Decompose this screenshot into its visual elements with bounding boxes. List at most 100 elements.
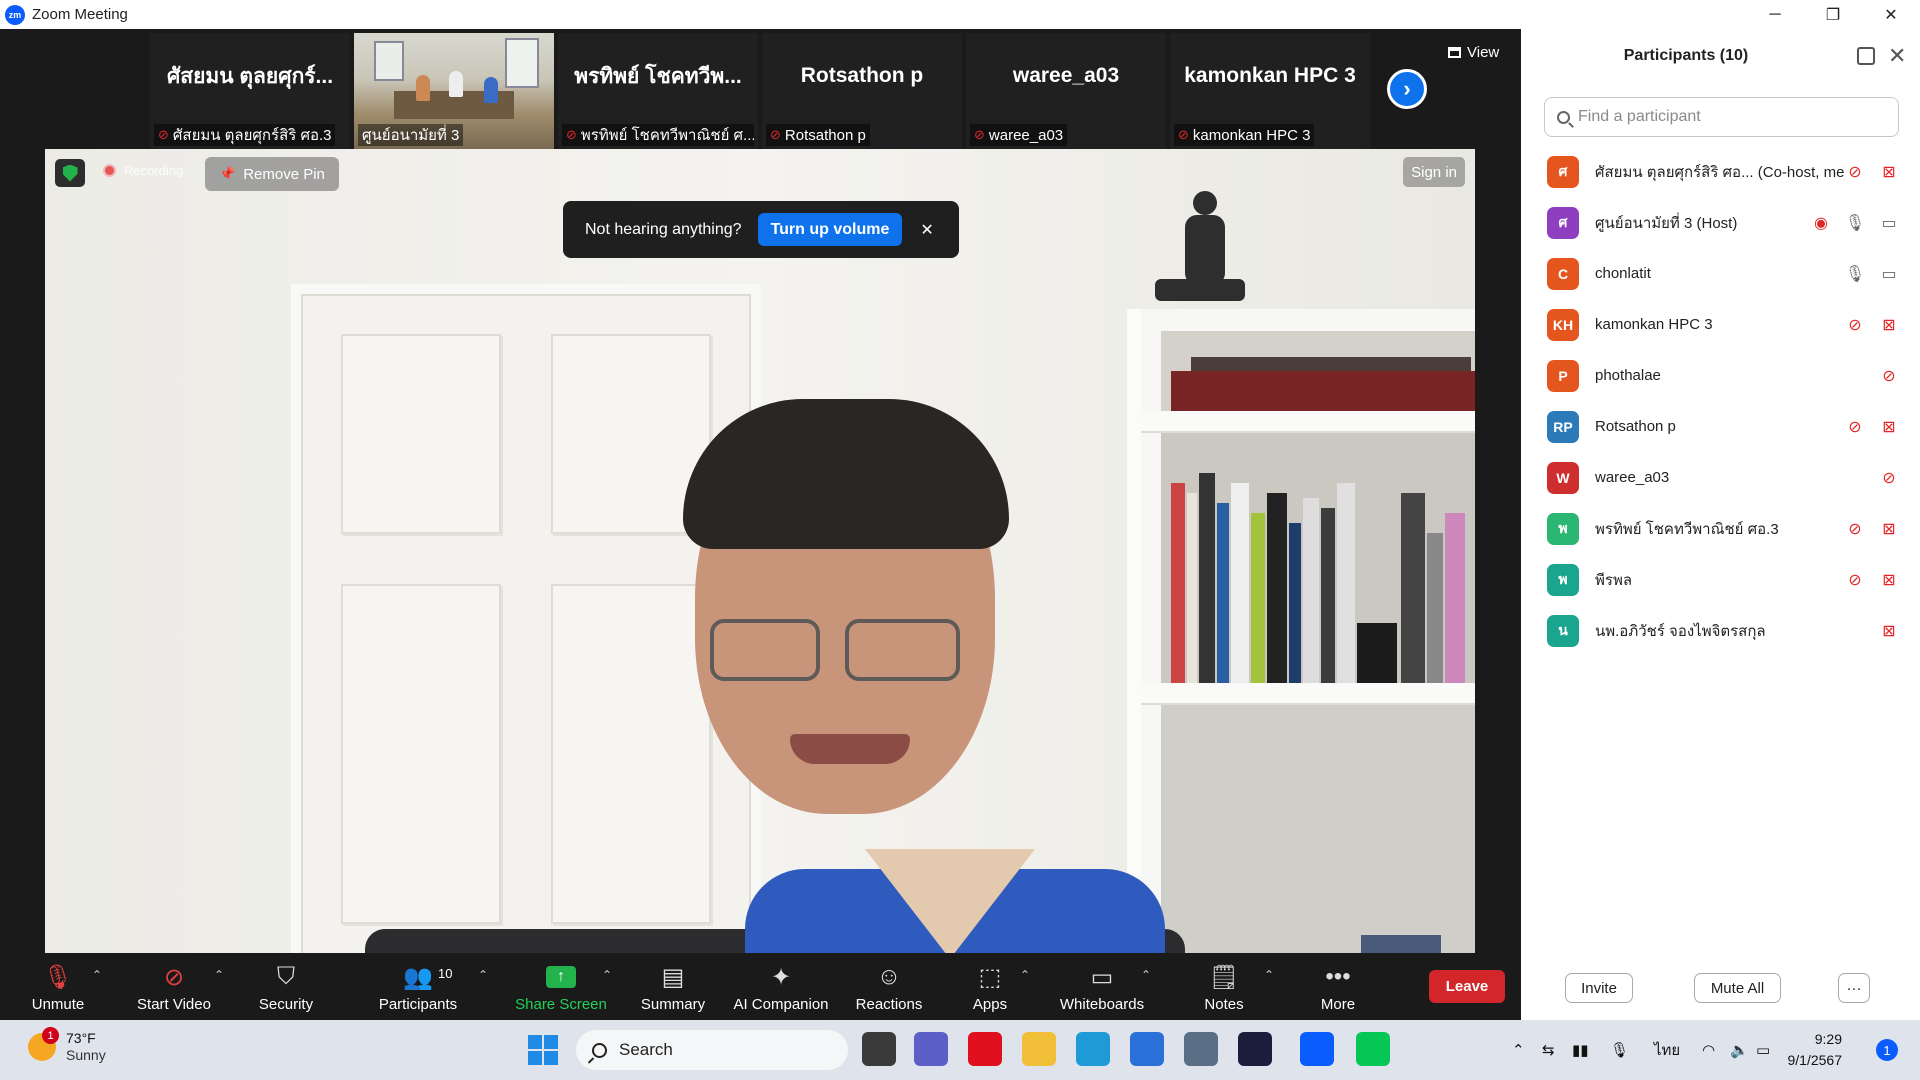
participants-caret[interactable]: ⌃ xyxy=(478,968,488,982)
mic-tray-icon[interactable]: 🎙 xyxy=(1610,1020,1629,1080)
volume-icon[interactable]: 🔈 xyxy=(1730,1020,1749,1080)
participant-row[interactable]: ศ ศูนย์อนามัยที่ 3 (Host) ◉ 🎙 ▭ xyxy=(1521,197,1920,248)
video-options-caret[interactable]: ⌃ xyxy=(214,968,224,982)
store-icon[interactable] xyxy=(1130,1032,1164,1066)
mic-icon[interactable]: 🎙 xyxy=(1842,213,1868,233)
battery-icon[interactable]: ▭ xyxy=(1756,1020,1770,1080)
notes-button[interactable]: 🗒 Notes xyxy=(1196,954,1252,1020)
mic-icon[interactable]: 🎙 xyxy=(1842,264,1868,284)
language-indicator[interactable]: ไทย xyxy=(1654,1020,1680,1080)
mic-off-icon[interactable]: ⊘ xyxy=(1842,162,1868,182)
participant-row[interactable]: พ พีรพล ⊘ ⊠ xyxy=(1521,554,1920,605)
whiteboards-button[interactable]: ▭ Whiteboards xyxy=(1054,954,1150,1020)
participant-search-input[interactable] xyxy=(1578,108,1878,126)
thumbnail-tile[interactable]: พรทิพย์ โชคทวีพ... ⊘ พรทิพย์ โชคทวีพาณิชย์… xyxy=(558,33,758,149)
file-explorer-icon[interactable] xyxy=(862,1032,896,1066)
thumbnail-big-name: พรทิพย์ โชคทวีพ... xyxy=(574,64,742,88)
video-off-icon[interactable]: ⊠ xyxy=(1876,570,1902,590)
windows-start-icon[interactable] xyxy=(528,1035,558,1065)
panel-close-icon[interactable]: ✕ xyxy=(1888,43,1906,69)
whiteboards-caret[interactable]: ⌃ xyxy=(1141,968,1151,982)
meeting-toolbar: 🎙 Unmute ⌃ ⊘ Start Video ⌃ ⛉ Security 👥 … xyxy=(0,954,1521,1020)
video-off-icon[interactable]: ⊠ xyxy=(1876,621,1902,641)
mic-off-icon[interactable]: ⊘ xyxy=(1842,519,1868,539)
leave-button[interactable]: Leave xyxy=(1429,970,1505,1003)
share-options-caret[interactable]: ⌃ xyxy=(602,968,612,982)
participant-row[interactable]: Wwaree_a03 ⊘ xyxy=(1521,452,1920,503)
participant-row[interactable]: Cchonlatit 🎙 ▭ xyxy=(1521,248,1920,299)
remove-pin-button[interactable]: 📌 Remove Pin xyxy=(205,157,339,191)
thumbnail-tile[interactable]: ศัสยมน ตุลยศุกร์... ⊘ ศัสยมน ตุลยศุกร์สิริ… xyxy=(150,33,350,149)
participant-row[interactable]: KH kamonkan HPC 3 ⊘ ⊠ xyxy=(1521,299,1920,350)
toast-message: Not hearing anything? xyxy=(585,220,742,238)
security-button[interactable]: ⛉ Security xyxy=(250,954,322,1020)
mute-all-button[interactable]: Mute All xyxy=(1694,973,1781,1003)
encryption-shield-icon[interactable] xyxy=(55,159,85,187)
main-video[interactable]: Recording 📌 Remove Pin Sign in xyxy=(45,149,1475,953)
network-tray-icon[interactable]: ⇆ xyxy=(1542,1020,1555,1080)
view-button[interactable]: View xyxy=(1448,44,1499,61)
participant-name: phothalae xyxy=(1595,367,1661,384)
mic-off-icon[interactable]: ⊘ xyxy=(1842,315,1868,335)
reactions-button[interactable]: ☺ Reactions xyxy=(850,954,928,1020)
invite-button[interactable]: Invite xyxy=(1565,973,1633,1003)
panel-more-button[interactable]: ··· xyxy=(1838,973,1870,1003)
start-video-button[interactable]: ⊘ Start Video xyxy=(128,954,220,1020)
participant-row[interactable]: Pphothalae ⊘ xyxy=(1521,350,1920,401)
apps-caret[interactable]: ⌃ xyxy=(1020,968,1030,982)
toast-close-icon[interactable]: ✕ xyxy=(920,220,933,240)
apps-button[interactable]: ⬚ Apps xyxy=(960,954,1020,1020)
video-off-icon[interactable]: ⊠ xyxy=(1876,519,1902,539)
video-off-icon[interactable]: ⊠ xyxy=(1876,417,1902,437)
audio-options-caret[interactable]: ⌃ xyxy=(92,968,102,982)
summary-button[interactable]: ▤ Summary xyxy=(636,954,710,1020)
participants-button[interactable]: 👥 Participants xyxy=(372,954,464,1020)
participant-row[interactable]: พ พรทิพย์ โชคทวีพาณิชย์ ศอ.3 ⊘ ⊠ xyxy=(1521,503,1920,554)
mic-off-icon[interactable]: ⊘ xyxy=(1842,570,1868,590)
participant-row[interactable]: ศ ศัสยมน ตุลยศุกร์สิริ ศอ... (Co-host, me… xyxy=(1521,146,1920,197)
teams-icon[interactable] xyxy=(914,1032,948,1066)
ai-companion-button[interactable]: ✦ AI Companion xyxy=(730,954,832,1020)
restore-icon[interactable]: ❐ xyxy=(1804,0,1862,29)
mic-off-icon[interactable]: ⊘ xyxy=(1876,366,1902,386)
share-screen-button[interactable]: ↑ Share Screen xyxy=(512,954,610,1020)
chart-tray-icon[interactable]: ▮▮ xyxy=(1572,1020,1589,1080)
turn-up-volume-button[interactable]: Turn up volume xyxy=(757,213,903,246)
pop-out-icon[interactable] xyxy=(1857,47,1875,65)
thumbnail-tile[interactable]: waree_a03 ⊘ waree_a03 xyxy=(966,33,1166,149)
participant-search[interactable] xyxy=(1544,97,1899,137)
video-off-icon[interactable]: ⊠ xyxy=(1876,162,1902,182)
minimize-icon[interactable]: ─ xyxy=(1746,0,1804,29)
thumbnail-tile[interactable]: ศูนย์อนามัยที่ 3 xyxy=(354,33,554,149)
next-page-button[interactable]: › xyxy=(1387,69,1427,109)
opera-icon[interactable] xyxy=(968,1032,1002,1066)
close-icon[interactable]: ✕ xyxy=(1862,0,1920,29)
wifi-icon[interactable]: ◠ xyxy=(1702,1020,1715,1080)
video-icon[interactable]: ▭ xyxy=(1876,264,1902,284)
thumbnail-tile[interactable]: Rotsathon p ⊘ Rotsathon p xyxy=(762,33,962,149)
notification-badge[interactable]: 1 xyxy=(1876,1039,1898,1061)
chevron-up-icon[interactable]: ⌃ xyxy=(1512,1020,1525,1080)
edge-icon[interactable] xyxy=(1076,1032,1110,1066)
video-icon[interactable]: ▭ xyxy=(1876,213,1902,233)
video-off-icon[interactable]: ⊠ xyxy=(1876,315,1902,335)
avatar: RP xyxy=(1547,410,1579,443)
mic-off-icon[interactable]: ⊘ xyxy=(1842,417,1868,437)
webex-icon[interactable] xyxy=(1238,1032,1272,1066)
unmute-button[interactable]: 🎙 Unmute xyxy=(22,954,94,1020)
weather-widget[interactable]: 1 73°F Sunny xyxy=(28,1027,106,1064)
sign-in-button[interactable]: Sign in xyxy=(1403,157,1465,187)
more-button[interactable]: ••• More xyxy=(1308,954,1368,1020)
taskbar-search[interactable]: Search xyxy=(576,1030,848,1070)
zoom-icon[interactable] xyxy=(1300,1032,1334,1066)
notes-caret[interactable]: ⌃ xyxy=(1264,968,1274,982)
participant-row[interactable]: RP Rotsathon p ⊘ ⊠ xyxy=(1521,401,1920,452)
participant-row[interactable]: น นพ.อภิวัชร์ จองไพจิตรสกุล ⊠ xyxy=(1521,605,1920,656)
clock[interactable]: 9:29 9/1/2567 xyxy=(1770,1029,1843,1071)
folder-icon[interactable] xyxy=(1022,1032,1056,1066)
line-icon[interactable] xyxy=(1356,1032,1390,1066)
thumbnail-tile[interactable]: kamonkan HPC 3 ⊘ kamonkan HPC 3 xyxy=(1170,33,1370,149)
photos-icon[interactable] xyxy=(1184,1032,1218,1066)
mic-off-icon[interactable]: ⊘ xyxy=(1876,468,1902,488)
recording-icon[interactable]: ◉ xyxy=(1808,213,1834,233)
